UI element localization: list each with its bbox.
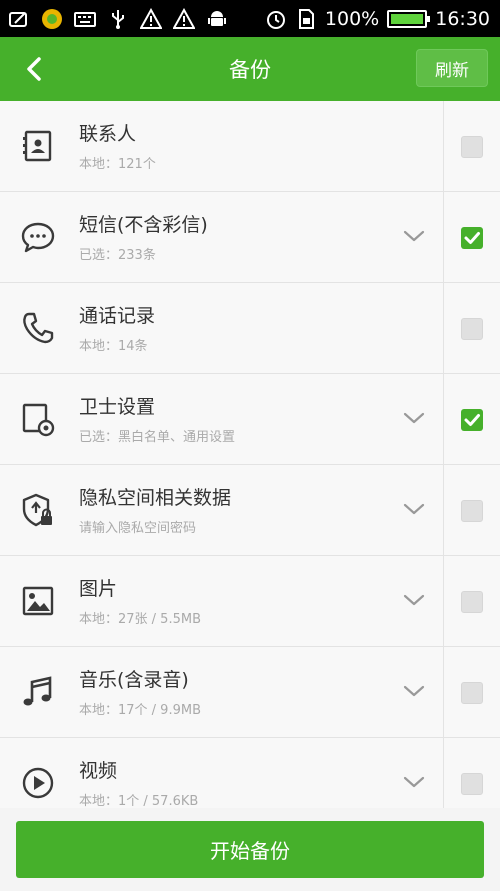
video-icon bbox=[20, 765, 56, 801]
item-detail: 本地：121个 bbox=[79, 157, 156, 172]
divider bbox=[443, 738, 444, 808]
edit-note-icon bbox=[8, 8, 30, 30]
divider bbox=[443, 556, 444, 646]
start-backup-button[interactable]: 开始备份 bbox=[16, 821, 484, 878]
expand-chevron-icon[interactable] bbox=[402, 772, 426, 792]
item-detail: 已选：黑白名单、通用设置 bbox=[79, 430, 236, 445]
keyboard-icon bbox=[74, 8, 96, 30]
refresh-button[interactable]: 刷新 bbox=[416, 49, 488, 87]
item-checkbox[interactable] bbox=[461, 227, 483, 249]
contacts-icon bbox=[20, 128, 56, 164]
item-name: 通话记录 bbox=[79, 305, 156, 327]
divider bbox=[443, 101, 444, 191]
backup-item-row[interactable]: 通话记录本地：14条 bbox=[0, 283, 500, 374]
usb-icon bbox=[107, 8, 129, 30]
expand-chevron-icon[interactable] bbox=[402, 226, 426, 246]
title-bar: 备份 刷新 bbox=[0, 37, 500, 101]
item-checkbox[interactable] bbox=[461, 682, 483, 704]
divider bbox=[443, 647, 444, 737]
backup-item-row[interactable]: 视频本地：1个 / 57.6KB bbox=[0, 738, 500, 808]
image-icon bbox=[20, 583, 56, 619]
backup-item-row[interactable]: 短信(不含彩信) 已选：233条 bbox=[0, 192, 500, 283]
backup-item-row[interactable]: 联系人本地：121个 bbox=[0, 101, 500, 192]
item-detail: 本地：27张 / 5.5MB bbox=[79, 612, 201, 627]
item-checkbox[interactable] bbox=[461, 409, 483, 431]
privacy-shield-icon bbox=[20, 492, 56, 528]
divider bbox=[443, 283, 444, 373]
backup-item-row[interactable]: 卫士设置已选：黑白名单、通用设置 bbox=[0, 374, 500, 465]
divider bbox=[443, 374, 444, 464]
backup-item-row[interactable]: 图片本地：27张 / 5.5MB bbox=[0, 556, 500, 647]
backup-item-row[interactable]: 音乐(含录音) 本地：17个 / 9.9MB bbox=[0, 647, 500, 738]
footer: 开始备份 bbox=[0, 808, 500, 891]
item-checkbox[interactable] bbox=[461, 136, 483, 158]
alarm-icon bbox=[265, 8, 287, 30]
item-checkbox[interactable] bbox=[461, 318, 483, 340]
item-detail: 本地：17个 / 9.9MB bbox=[79, 703, 201, 718]
item-name: 卫士设置 bbox=[79, 396, 156, 418]
back-arrow-icon bbox=[27, 57, 41, 81]
settings-icon bbox=[20, 401, 56, 437]
back-button[interactable] bbox=[0, 37, 70, 101]
android-icon bbox=[206, 8, 228, 30]
item-name: 短信(不含彩信) bbox=[79, 214, 208, 236]
expand-chevron-icon[interactable] bbox=[402, 408, 426, 428]
status-bar: 100% 16:30 bbox=[0, 0, 500, 37]
backup-item-list: 联系人 本地：121个 短信(不含彩信) 已选：233条 通话记录 本地：14条 卫士设置已… bbox=[0, 101, 500, 808]
item-name: 音乐(含录音) bbox=[79, 669, 189, 691]
item-name: 视频 bbox=[79, 760, 118, 782]
item-name: 隐私空间相关数据 bbox=[79, 487, 232, 509]
battery-icon bbox=[387, 9, 431, 28]
warning-icon bbox=[140, 7, 162, 30]
item-detail: 请输入隐私空间密码 bbox=[79, 521, 197, 536]
battery-percent: 100% bbox=[324, 7, 380, 30]
item-detail: 已选：233条 bbox=[79, 248, 156, 263]
notification-icons bbox=[0, 7, 228, 30]
app-badge-icon bbox=[41, 8, 63, 30]
item-name: 联系人 bbox=[79, 123, 137, 145]
item-name: 图片 bbox=[79, 578, 118, 600]
backup-item-row[interactable]: 隐私空间相关数据请输入隐私空间密码 bbox=[0, 465, 500, 556]
expand-chevron-icon[interactable] bbox=[402, 499, 426, 519]
music-icon bbox=[20, 674, 56, 710]
expand-chevron-icon[interactable] bbox=[402, 681, 426, 701]
item-detail: 本地：1个 / 57.6KB bbox=[79, 794, 199, 808]
item-checkbox[interactable] bbox=[461, 591, 483, 613]
item-checkbox[interactable] bbox=[461, 773, 483, 795]
item-detail: 本地：14条 bbox=[79, 339, 148, 354]
divider bbox=[443, 465, 444, 555]
item-checkbox[interactable] bbox=[461, 500, 483, 522]
sms-icon bbox=[20, 219, 56, 255]
sim-icon bbox=[295, 8, 317, 30]
phone-icon bbox=[20, 310, 56, 346]
expand-chevron-icon[interactable] bbox=[402, 590, 426, 610]
clock: 16:30 bbox=[435, 7, 490, 30]
divider bbox=[443, 192, 444, 282]
warning-icon-2 bbox=[173, 7, 195, 30]
